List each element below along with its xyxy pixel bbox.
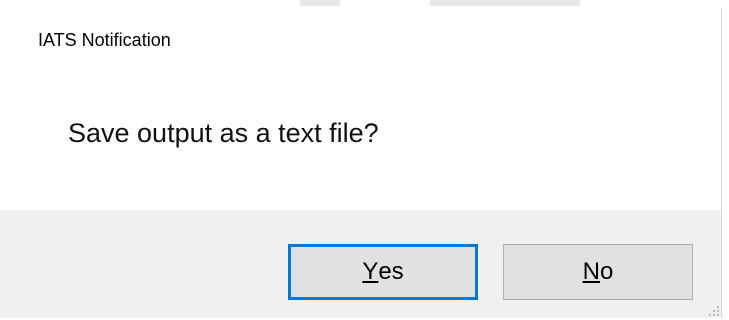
yes-button-label: es — [378, 258, 404, 285]
title-bar[interactable]: IATS Notification — [0, 8, 721, 68]
no-button-label: o — [599, 258, 614, 285]
resize-grip-icon[interactable] — [707, 304, 719, 316]
no-button-accelerator: N — [582, 258, 600, 285]
dialog-title: IATS Notification — [38, 30, 171, 50]
no-button[interactable]: No — [503, 244, 693, 300]
background-window-remnant — [300, 0, 340, 6]
notification-dialog: IATS Notification Save output as a text … — [0, 8, 722, 318]
button-area: Yes No — [0, 210, 721, 318]
background-window-remnant — [430, 0, 580, 6]
yes-button-accelerator: Y — [362, 258, 379, 285]
yes-button[interactable]: Yes — [288, 244, 478, 300]
dialog-message: Save output as a text file? — [68, 118, 379, 148]
screen: IATS Notification Save output as a text … — [0, 0, 729, 320]
